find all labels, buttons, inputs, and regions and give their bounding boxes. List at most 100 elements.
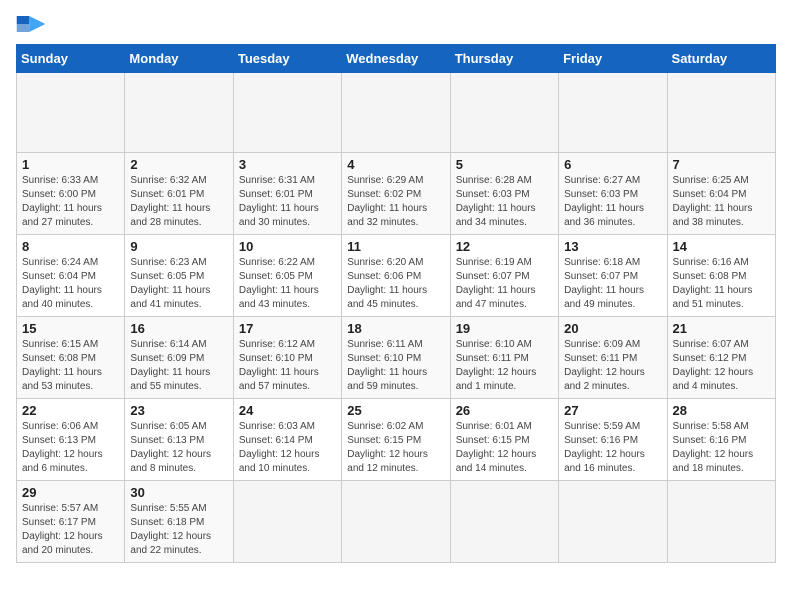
calendar-cell: 5 Sunrise: 6:28 AMSunset: 6:03 PMDaylight… (450, 153, 558, 235)
col-header-saturday: Saturday (667, 45, 775, 73)
day-number: 18 (347, 321, 444, 336)
page-header (16, 16, 776, 34)
calendar-cell: 6 Sunrise: 6:27 AMSunset: 6:03 PMDaylight… (559, 153, 667, 235)
calendar-cell (233, 481, 341, 563)
day-number: 28 (673, 403, 770, 418)
col-header-tuesday: Tuesday (233, 45, 341, 73)
calendar-cell: 18 Sunrise: 6:11 AMSunset: 6:10 PMDayligh… (342, 317, 450, 399)
day-detail: Sunrise: 6:11 AMSunset: 6:10 PMDaylight:… (347, 338, 444, 394)
day-detail: Sunrise: 6:28 AMSunset: 6:03 PMDaylight:… (456, 174, 553, 230)
calendar-cell: 19 Sunrise: 6:10 AMSunset: 6:11 PMDayligh… (450, 317, 558, 399)
day-detail: Sunrise: 6:31 AMSunset: 6:01 PMDaylight:… (239, 174, 336, 230)
calendar-cell: 1Sunrise: 6:33 AMSunset: 6:00 PMDaylight… (17, 153, 125, 235)
day-number: 8 (22, 239, 119, 254)
calendar-week-2: 8 Sunrise: 6:24 AMSunset: 6:04 PMDaylight… (17, 235, 776, 317)
calendar-cell (667, 481, 775, 563)
day-number: 13 (564, 239, 661, 254)
calendar-cell: 26 Sunrise: 6:01 AMSunset: 6:15 PMDayligh… (450, 399, 558, 481)
calendar-cell: 12 Sunrise: 6:19 AMSunset: 6:07 PMDayligh… (450, 235, 558, 317)
day-detail: Sunrise: 6:12 AMSunset: 6:10 PMDaylight:… (239, 338, 336, 394)
day-number: 30 (130, 485, 227, 500)
day-number: 2 (130, 157, 227, 172)
day-detail: Sunrise: 6:22 AMSunset: 6:05 PMDaylight:… (239, 256, 336, 312)
col-header-friday: Friday (559, 45, 667, 73)
day-number: 22 (22, 403, 119, 418)
calendar-week-3: 15Sunrise: 6:15 AMSunset: 6:08 PMDayligh… (17, 317, 776, 399)
day-detail: Sunrise: 6:18 AMSunset: 6:07 PMDaylight:… (564, 256, 661, 312)
calendar-cell (559, 73, 667, 153)
day-detail: Sunrise: 6:07 AMSunset: 6:12 PMDaylight:… (673, 338, 770, 394)
calendar-cell: 29Sunrise: 5:57 AMSunset: 6:17 PMDayligh… (17, 481, 125, 563)
day-detail: Sunrise: 6:10 AMSunset: 6:11 PMDaylight:… (456, 338, 553, 394)
calendar-cell: 13 Sunrise: 6:18 AMSunset: 6:07 PMDayligh… (559, 235, 667, 317)
day-number: 26 (456, 403, 553, 418)
calendar-cell: 3 Sunrise: 6:31 AMSunset: 6:01 PMDaylight… (233, 153, 341, 235)
calendar-cell: 11Sunrise: 6:20 AMSunset: 6:06 PMDayligh… (342, 235, 450, 317)
day-detail: Sunrise: 6:09 AMSunset: 6:11 PMDaylight:… (564, 338, 661, 394)
day-detail: Sunrise: 6:33 AMSunset: 6:00 PMDaylight:… (22, 174, 119, 230)
logo (16, 16, 46, 34)
day-detail: Sunrise: 5:59 AMSunset: 6:16 PMDaylight:… (564, 420, 661, 476)
calendar-cell: 2Sunrise: 6:32 AMSunset: 6:01 PMDaylight… (125, 153, 233, 235)
day-number: 5 (456, 157, 553, 172)
calendar-cell: 21 Sunrise: 6:07 AMSunset: 6:12 PMDayligh… (667, 317, 775, 399)
calendar-cell: 16 Sunrise: 6:14 AMSunset: 6:09 PMDayligh… (125, 317, 233, 399)
calendar-cell (667, 73, 775, 153)
calendar-cell: 23Sunrise: 6:05 AMSunset: 6:13 PMDayligh… (125, 399, 233, 481)
calendar-week-1: 1Sunrise: 6:33 AMSunset: 6:00 PMDaylight… (17, 153, 776, 235)
day-number: 19 (456, 321, 553, 336)
day-number: 15 (22, 321, 119, 336)
calendar-cell: 20 Sunrise: 6:09 AMSunset: 6:11 PMDayligh… (559, 317, 667, 399)
day-detail: Sunrise: 6:27 AMSunset: 6:03 PMDaylight:… (564, 174, 661, 230)
day-detail: Sunrise: 6:05 AMSunset: 6:13 PMDaylight:… (130, 420, 227, 476)
day-number: 6 (564, 157, 661, 172)
calendar-week-4: 22 Sunrise: 6:06 AMSunset: 6:13 PMDayligh… (17, 399, 776, 481)
col-header-wednesday: Wednesday (342, 45, 450, 73)
col-header-monday: Monday (125, 45, 233, 73)
day-number: 7 (673, 157, 770, 172)
calendar-cell: 22 Sunrise: 6:06 AMSunset: 6:13 PMDayligh… (17, 399, 125, 481)
calendar-cell (450, 73, 558, 153)
calendar-cell: 17 Sunrise: 6:12 AMSunset: 6:10 PMDayligh… (233, 317, 341, 399)
day-number: 21 (673, 321, 770, 336)
day-detail: Sunrise: 6:20 AMSunset: 6:06 PMDaylight:… (347, 256, 444, 312)
day-detail: Sunrise: 6:19 AMSunset: 6:07 PMDaylight:… (456, 256, 553, 312)
calendar-cell (450, 481, 558, 563)
calendar-cell: 30 Sunrise: 5:55 AMSunset: 6:18 PMDayligh… (125, 481, 233, 563)
day-number: 3 (239, 157, 336, 172)
day-number: 17 (239, 321, 336, 336)
day-number: 16 (130, 321, 227, 336)
day-number: 24 (239, 403, 336, 418)
calendar-cell: 28 Sunrise: 5:58 AMSunset: 6:16 PMDayligh… (667, 399, 775, 481)
day-number: 25 (347, 403, 444, 418)
day-detail: Sunrise: 6:01 AMSunset: 6:15 PMDaylight:… (456, 420, 553, 476)
day-number: 20 (564, 321, 661, 336)
day-detail: Sunrise: 5:58 AMSunset: 6:16 PMDaylight:… (673, 420, 770, 476)
day-detail: Sunrise: 5:55 AMSunset: 6:18 PMDaylight:… (130, 502, 227, 558)
day-detail: Sunrise: 6:24 AMSunset: 6:04 PMDaylight:… (22, 256, 119, 312)
calendar-cell: 7Sunrise: 6:25 AMSunset: 6:04 PMDaylight… (667, 153, 775, 235)
calendar-cell (17, 73, 125, 153)
day-detail: Sunrise: 6:14 AMSunset: 6:09 PMDaylight:… (130, 338, 227, 394)
day-detail: Sunrise: 6:29 AMSunset: 6:02 PMDaylight:… (347, 174, 444, 230)
day-number: 10 (239, 239, 336, 254)
col-header-sunday: Sunday (17, 45, 125, 73)
day-number: 9 (130, 239, 227, 254)
calendar-cell: 24 Sunrise: 6:03 AMSunset: 6:14 PMDayligh… (233, 399, 341, 481)
day-number: 12 (456, 239, 553, 254)
calendar-table: SundayMondayTuesdayWednesdayThursdayFrid… (16, 44, 776, 563)
calendar-cell (125, 73, 233, 153)
calendar-cell (559, 481, 667, 563)
calendar-cell: 27Sunrise: 5:59 AMSunset: 6:16 PMDayligh… (559, 399, 667, 481)
calendar-cell: 25Sunrise: 6:02 AMSunset: 6:15 PMDayligh… (342, 399, 450, 481)
calendar-week-0 (17, 73, 776, 153)
day-detail: Sunrise: 6:23 AMSunset: 6:05 PMDaylight:… (130, 256, 227, 312)
logo-icon (16, 16, 46, 32)
day-detail: Sunrise: 6:03 AMSunset: 6:14 PMDaylight:… (239, 420, 336, 476)
calendar-cell (342, 481, 450, 563)
calendar-cell (233, 73, 341, 153)
day-detail: Sunrise: 6:16 AMSunset: 6:08 PMDaylight:… (673, 256, 770, 312)
day-detail: Sunrise: 6:06 AMSunset: 6:13 PMDaylight:… (22, 420, 119, 476)
calendar-cell: 8 Sunrise: 6:24 AMSunset: 6:04 PMDaylight… (17, 235, 125, 317)
day-detail: Sunrise: 5:57 AMSunset: 6:17 PMDaylight:… (22, 502, 119, 558)
